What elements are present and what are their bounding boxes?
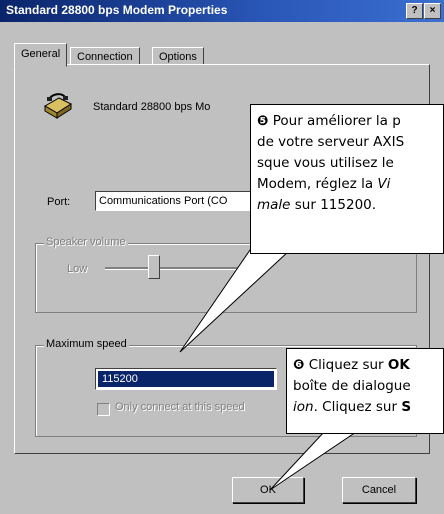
- callout-6-line-3b: . Cliquez sur: [313, 399, 402, 415]
- close-button[interactable]: ×: [424, 3, 441, 19]
- modem-name: Standard 28800 bps Mo: [93, 101, 211, 113]
- title-bar[interactable]: Standard 28800 bps Modem Properties ? ×: [0, 0, 444, 22]
- port-field[interactable]: Communications Port (CO: [95, 191, 270, 211]
- tab-general[interactable]: General: [14, 43, 68, 67]
- volume-low-label: Low: [67, 263, 88, 275]
- callout-5-line-4b: Vi: [377, 176, 391, 192]
- port-label: Port:: [47, 196, 71, 208]
- callout-6-line-1a: Cliquez sur: [304, 357, 388, 373]
- callout-6-line-3c: S: [401, 399, 412, 415]
- modem-icon: [44, 93, 73, 119]
- volume-slider-thumb[interactable]: [148, 255, 160, 279]
- maximum-speed-value: 115200: [98, 371, 274, 387]
- callout-6-number: ❻: [293, 357, 305, 373]
- callout-5-line-4a: Modem, réglez la: [257, 176, 378, 192]
- callout-5-line-2: de votre serveur AXIS: [257, 134, 405, 150]
- maximum-speed-title: Maximum speed: [44, 338, 129, 350]
- modem-properties-window: Standard 28800 bps Modem Properties ? × …: [0, 0, 444, 514]
- callout-5: ❺ Pour améliorer la p de votre serveur A…: [250, 104, 444, 254]
- help-button[interactable]: ?: [406, 3, 423, 19]
- volume-high-label: Hi: [251, 263, 262, 275]
- callout-5-line-3: sque vous utilisez le: [257, 155, 394, 171]
- callout-6-line-2: boîte de dialogue: [293, 378, 411, 394]
- maximum-speed-select[interactable]: 115200: [95, 368, 277, 390]
- callout-6: ❻ Cliquez sur OK boîte de dialogue ion. …: [286, 348, 444, 434]
- callout-6-line-3a: ion: [293, 399, 314, 415]
- callout-5-number: ❺: [257, 113, 269, 129]
- volume-slider-track[interactable]: [105, 267, 245, 270]
- speaker-volume-title: Speaker volume: [44, 236, 128, 248]
- callout-5-line-5a: male: [257, 197, 291, 213]
- cancel-button[interactable]: Cancel: [342, 477, 416, 503]
- only-connect-checkbox[interactable]: [97, 403, 110, 416]
- callout-5-line-5b: sur 115200.: [290, 197, 377, 213]
- callout-5-line-1: Pour améliorer la p: [268, 113, 401, 129]
- ok-button[interactable]: OK: [232, 477, 304, 503]
- only-connect-label: Only connect at this speed: [115, 401, 245, 413]
- callout-6-line-1b: OK: [387, 357, 410, 373]
- window-title: Standard 28800 bps Modem Properties: [6, 3, 228, 17]
